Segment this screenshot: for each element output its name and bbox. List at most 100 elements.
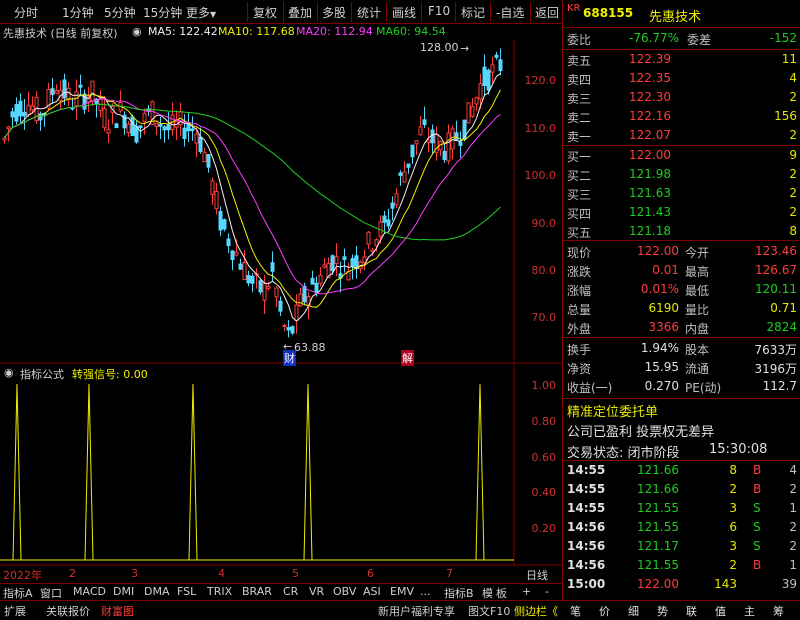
tab-vr[interactable]: VR [309,585,324,598]
side-tool-button[interactable]: 笔 [570,603,581,619]
quote-row[interactable]: 涨幅 0.01% 最低 120.11 [563,281,800,299]
new-user-promo-link[interactable]: 新用户福利专享 [378,603,455,619]
bid-row[interactable]: 买三 121.63 2 [563,185,800,203]
sidebar-toggle-button[interactable]: 侧边栏《 [514,603,558,619]
bid-row[interactable]: 买一 122.00 9 [563,147,800,165]
quote-row[interactable]: 总量 6190 量比 0.71 [563,300,800,318]
quote-row[interactable]: 现价 122.00 今开 123.46 [563,243,800,261]
tab-window[interactable]: 窗口 [40,585,62,601]
trade-volume: 143 [714,577,737,591]
tab-indicator-a[interactable]: 指标A [3,585,33,601]
stat-label: 收益(一) [567,381,613,395]
tab-asi[interactable]: ASI [363,585,381,598]
tab-1min[interactable]: 1分钟 [62,4,94,21]
ask-label: 卖五 [567,54,592,68]
f10-button[interactable]: F10 [428,4,450,18]
candle-body [138,125,143,129]
restore-rights-button[interactable]: 复权 [253,4,277,21]
trade-row[interactable]: 14:56 121.17 3 S 2 [563,538,800,556]
stat-row[interactable]: 收益(一) 0.270 PE(动) 112.7 [563,378,800,396]
quote-value: 0.01% [640,282,679,296]
tab-emv[interactable]: EMV [390,585,414,598]
bid-row[interactable]: 买四 121.43 2 [563,204,800,222]
side-tool-button[interactable]: 联 [686,603,697,619]
trade-price: 121.66 [637,482,679,496]
tab-more-indicators[interactable]: ... [420,585,431,598]
candle-body [14,104,19,122]
candle-body [390,202,395,209]
quote-row[interactable]: 涨跌 0.01 最高 126.67 [563,262,800,280]
add-watchlist-button[interactable]: -自选 [496,4,524,21]
stat-row[interactable]: 净资 15.95 流通 3196万 [563,359,800,377]
tab-5min[interactable]: 5分钟 [104,4,136,21]
mark-button[interactable]: 标记 [461,4,485,21]
trade-time: 14:56 [567,520,606,534]
tab-obv[interactable]: OBV [333,585,356,598]
tab-panel[interactable]: 板 [496,585,507,601]
trade-row[interactable]: 15:00 122.00 143 39 [563,576,800,594]
stat-value: 1.94% [640,341,679,355]
trade-volume: 6 [729,520,737,534]
quote-value: 126.67 [755,263,797,277]
tab-more[interactable]: 更多▼ [186,4,216,21]
side-tool-button[interactable]: 势 [657,603,668,619]
f10-graphic-button[interactable]: 图文F10 [468,603,510,619]
bid-row[interactable]: 买五 121.18 8 [563,223,800,241]
back-button[interactable]: 返回 [535,4,559,21]
side-tool-button[interactable]: 价 [599,603,610,619]
tab-trix[interactable]: TRIX [207,585,232,598]
side-tool-button[interactable]: 细 [628,603,639,619]
tab-15min[interactable]: 15分钟 [143,4,182,21]
tab-macd[interactable]: MACD [73,585,106,598]
period-label[interactable]: 日线 [526,567,548,583]
tab-brar[interactable]: BRAR [242,585,272,598]
multi-stock-button[interactable]: 多股 [322,4,346,21]
tab-cr[interactable]: CR [283,585,298,598]
overlay-button[interactable]: 叠加 [288,4,312,21]
tab-timeshare[interactable]: 分时 [14,4,38,21]
tab-dma[interactable]: DMA [144,585,170,598]
ask-row[interactable]: 卖一 122.07 2 [563,127,800,145]
side-tool-button[interactable]: 筹 [773,603,784,619]
ask-row[interactable]: 卖四 122.35 4 [563,70,800,88]
expand-button[interactable]: 扩展 [4,603,26,619]
bid-price: 121.98 [629,167,671,181]
draw-line-button[interactable]: 画线 [392,4,416,21]
trade-side: S [753,539,761,553]
candle-body [50,88,55,95]
side-tool-button[interactable]: 值 [715,603,726,619]
related-quotes-button[interactable]: 关联报价 [46,603,90,619]
candle-body [318,274,323,284]
statistics-button[interactable]: 统计 [357,4,381,21]
trade-row[interactable]: 14:55 121.55 3 S 1 [563,500,800,518]
ask-row[interactable]: 卖三 122.30 2 [563,89,800,107]
tab-fsl[interactable]: FSL [177,585,196,598]
trade-row[interactable]: 14:56 121.55 6 S 2 [563,519,800,537]
quote-row[interactable]: 外盘 3366 内盘 2824 [563,319,800,337]
side-tool-button[interactable]: 主 [744,603,755,619]
y-tick-120: 120.0 [524,74,557,87]
tab-template[interactable]: 模 [482,585,493,601]
ask-row[interactable]: 卖五 122.39 11 [563,51,800,69]
tab-dmi[interactable]: DMI [113,585,134,598]
trade-row[interactable]: 14:56 121.55 2 B 1 [563,557,800,575]
candle-body [322,264,327,268]
wealth-chart-button[interactable]: 财富图 [101,603,134,619]
remove-panel-button[interactable]: - [545,585,549,598]
ask-row[interactable]: 卖二 122.16 156 [563,108,800,126]
stat-label: PE(动) [685,381,722,395]
indicator-chart[interactable] [0,364,562,566]
kline-chart[interactable] [0,24,562,364]
trade-row[interactable]: 14:55 121.66 8 B 4 [563,462,800,480]
trade-count: 2 [789,539,797,553]
bottom-bar: 扩展 关联报价 财富图 新用户福利专享 图文F10 侧边栏《 笔 价 细 势 联 值 主 筹 [0,600,800,620]
stat-label: 股本 [685,343,710,357]
trade-count: 39 [781,577,797,591]
bid-row[interactable]: 买二 121.98 2 [563,166,800,184]
tab-indicator-b[interactable]: 指标B [444,585,474,601]
trade-price: 121.55 [637,558,679,572]
promo-line-1[interactable]: 精准定位委托单 [563,400,800,420]
stat-row[interactable]: 换手 1.94% 股本 7633万 [563,340,800,358]
trade-row[interactable]: 14:55 121.66 2 B 2 [563,481,800,499]
add-panel-button[interactable]: + [522,585,531,598]
